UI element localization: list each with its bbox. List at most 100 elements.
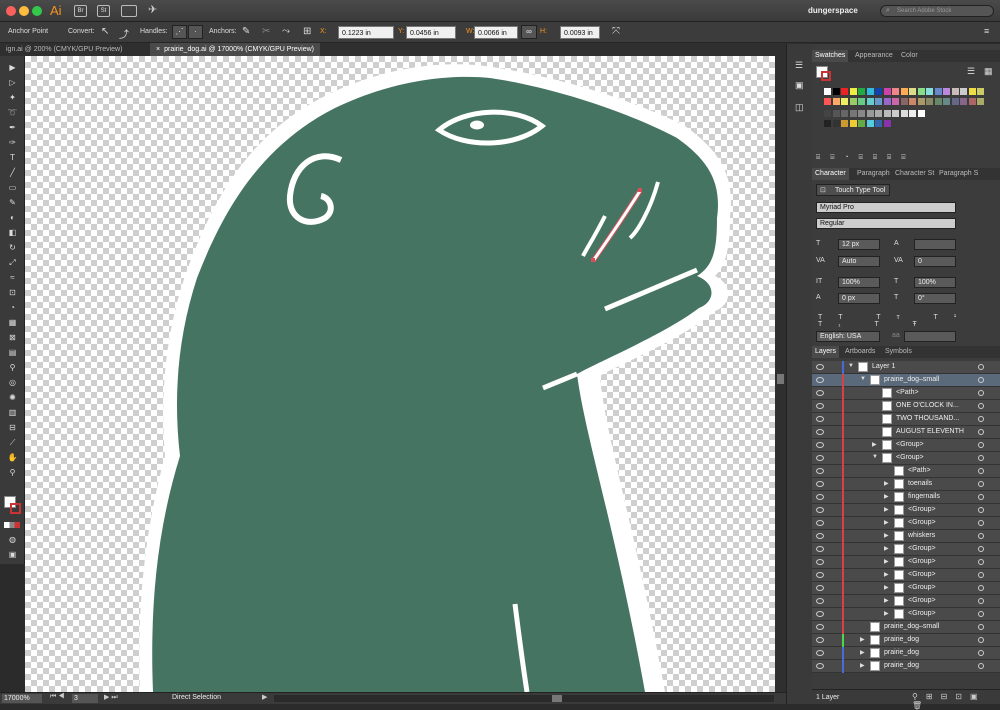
layer-target-icon[interactable] (978, 416, 984, 422)
close-window-button[interactable] (6, 6, 16, 16)
scale-tool-icon[interactable]: ⤢ (6, 257, 19, 269)
swatch-chip[interactable] (968, 98, 976, 105)
layer-target-icon[interactable] (978, 403, 984, 409)
layer-target-icon[interactable] (978, 663, 984, 669)
layer-target-icon[interactable] (978, 598, 984, 604)
swatch-chip[interactable] (858, 110, 865, 117)
layer-row[interactable]: AUGUST ELEVENTH (812, 426, 1000, 439)
swatch-chip[interactable] (926, 98, 933, 105)
convert-smooth-icon[interactable]: ⤴ (119, 26, 129, 41)
visibility-eye-icon[interactable] (816, 650, 824, 656)
expand-toggle-icon[interactable]: ▶ (884, 506, 889, 513)
swatch-chip[interactable] (824, 110, 831, 117)
swatch-chip[interactable] (824, 88, 831, 95)
swatch-chip[interactable] (917, 98, 925, 105)
swatch-chip[interactable] (943, 98, 950, 105)
visibility-eye-icon[interactable] (816, 507, 824, 513)
first-artboard-icon[interactable]: ⏮ ◀ (50, 693, 65, 701)
mesh-tool-icon[interactable]: ⊠ (6, 332, 19, 344)
layer-row[interactable]: ▶ prairie_dog (812, 634, 1000, 647)
artboard-number-field[interactable]: 3 (72, 694, 98, 703)
layer-row[interactable]: ▶ prairie_dog (812, 647, 1000, 660)
swatch-chip[interactable] (858, 120, 865, 127)
layer-row[interactable]: ▶ <Group> (812, 595, 1000, 608)
cut-path-icon[interactable]: ✂ (262, 26, 270, 37)
font-size-field[interactable]: 12 px (838, 239, 880, 250)
transform-icon[interactable]: ⤧ (612, 26, 620, 37)
swatch-chip[interactable] (943, 88, 950, 95)
tab-swatches[interactable]: Swatches (812, 50, 849, 62)
tab-paragraph[interactable]: Paragraph (854, 168, 893, 180)
eyedropper-icon[interactable]: ⚲ (6, 362, 19, 374)
tab-character-styles[interactable]: Character St (892, 168, 937, 180)
arrange-documents-icon[interactable] (121, 5, 137, 17)
swatch-chip[interactable] (849, 120, 857, 127)
swatch-chip[interactable] (832, 88, 840, 95)
convert-corner-icon[interactable]: ↖ (101, 26, 109, 37)
swatch-chip[interactable] (841, 98, 848, 105)
swatch-chip[interactable] (866, 120, 874, 127)
swatch-chip[interactable] (866, 110, 874, 117)
gradient-tool-icon[interactable]: ▤ (6, 347, 19, 359)
swatch-chip[interactable] (960, 88, 967, 95)
hand-tool-icon[interactable]: ✋ (6, 452, 19, 464)
visibility-eye-icon[interactable] (816, 585, 824, 591)
visibility-eye-icon[interactable] (816, 364, 824, 370)
expand-toggle-icon[interactable]: ▶ (860, 636, 865, 643)
tab-layers[interactable]: Layers (812, 346, 840, 358)
expand-toggle-icon[interactable]: ▼ (848, 363, 854, 369)
artboard-tool-icon[interactable]: ⊟ (6, 422, 19, 434)
visibility-eye-icon[interactable] (816, 559, 824, 565)
layer-row[interactable]: ▶ <Group> (812, 517, 1000, 530)
swatch-chip[interactable] (960, 98, 967, 105)
layer-target-icon[interactable] (978, 585, 984, 591)
leading-field[interactable] (914, 239, 956, 250)
artboard-canvas[interactable] (25, 56, 775, 692)
expand-toggle-icon[interactable]: ▶ (884, 584, 889, 591)
layer-target-icon[interactable] (978, 637, 984, 643)
tab-artboards[interactable]: Artboards (842, 346, 878, 358)
blend-tool-icon[interactable]: ◎ (6, 377, 19, 389)
h-scroll-thumb[interactable] (552, 695, 562, 702)
visibility-eye-icon[interactable] (816, 637, 824, 643)
type-tool-icon[interactable]: T (6, 152, 19, 164)
rectangle-tool-icon[interactable]: ▭ (6, 182, 19, 194)
visibility-eye-icon[interactable] (816, 468, 824, 474)
swatch-stroke-preview[interactable] (821, 71, 831, 81)
swatch-chip[interactable] (824, 120, 831, 127)
align-panel-icon[interactable]: ◫ (795, 102, 804, 113)
layer-row[interactable]: ▼ prairie_dog–small (812, 374, 1000, 387)
drawing-mode-icon[interactable]: ◍ (6, 534, 19, 546)
warp-tool-icon[interactable]: ≈ (6, 272, 19, 284)
free-transform-icon[interactable]: ⊡ (6, 287, 19, 299)
layer-row[interactable]: ▼ Layer 1 (812, 361, 1000, 374)
swatch-chip[interactable] (926, 88, 933, 95)
swatch-chip[interactable] (977, 98, 984, 105)
swatch-chip[interactable] (917, 88, 925, 95)
layer-row[interactable]: prairie_dog–small (812, 621, 1000, 634)
swatch-grid[interactable] (816, 88, 996, 138)
language-dropdown[interactable]: English: USA (816, 331, 880, 342)
layer-target-icon[interactable] (978, 494, 984, 500)
layer-target-icon[interactable] (978, 611, 984, 617)
properties-icon[interactable]: ☰ (795, 60, 803, 71)
stock-button[interactable]: St (97, 5, 110, 17)
visibility-eye-icon[interactable] (816, 416, 824, 422)
layer-target-icon[interactable] (978, 481, 984, 487)
vertical-scrollbar[interactable] (775, 56, 786, 692)
touch-type-button[interactable]: ⊡ Touch Type Tool (816, 184, 890, 196)
visibility-eye-icon[interactable] (816, 403, 824, 409)
swatch-chip[interactable] (832, 120, 840, 127)
slice-tool-icon[interactable]: ⟋ (6, 437, 19, 449)
swatch-chip[interactable] (875, 120, 882, 127)
visibility-eye-icon[interactable] (816, 481, 824, 487)
visibility-eye-icon[interactable] (816, 494, 824, 500)
next-artboard-icon[interactable]: ▶ ⏭ (104, 693, 118, 702)
expand-toggle-icon[interactable]: ▶ (884, 558, 889, 565)
swatch-chip[interactable] (875, 110, 882, 117)
swatch-chip[interactable] (832, 110, 840, 117)
swatch-chip[interactable] (824, 98, 831, 105)
layer-row[interactable]: ONE O'CLOCK IN... (812, 400, 1000, 413)
swatch-chip[interactable] (866, 98, 874, 105)
x-coordinate-field[interactable]: 0.1223 in (338, 26, 394, 39)
